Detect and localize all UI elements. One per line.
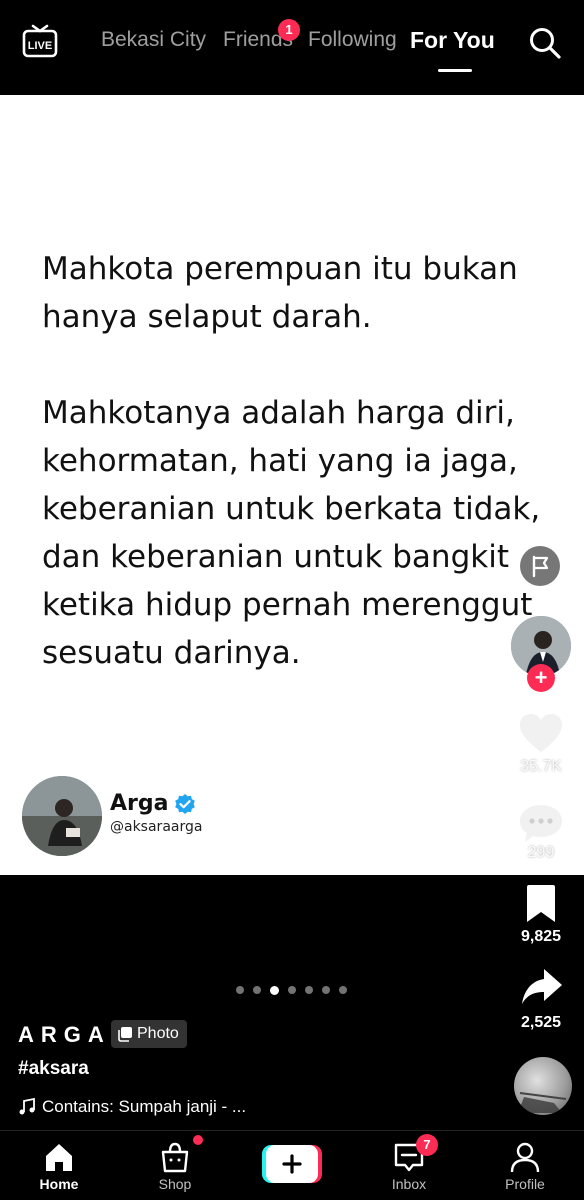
author-handle: @aksaraarga (110, 819, 203, 835)
share-icon[interactable] (520, 967, 564, 1007)
carousel-dot (270, 985, 279, 995)
like-count: 35.7K (520, 758, 562, 775)
tab-bekasi-city[interactable]: Bekasi City (101, 28, 206, 52)
carousel-dot (322, 986, 330, 994)
svg-text:LIVE: LIVE (28, 40, 52, 52)
profile-icon (510, 1142, 540, 1173)
hashtag-link[interactable]: #aksara (18, 1058, 89, 1080)
heart-icon[interactable] (518, 712, 564, 754)
nav-home[interactable]: Home (14, 1131, 104, 1200)
carousel-dot (253, 986, 261, 994)
comment-icon[interactable] (518, 802, 564, 844)
photo-chip-label: Photo (137, 1025, 179, 1042)
nav-shop[interactable]: Shop (130, 1131, 220, 1200)
author-avatar (22, 776, 102, 856)
carousel-dot (339, 986, 347, 994)
home-icon (46, 1144, 72, 1171)
inbox-badge: 7 (416, 1134, 438, 1156)
follow-button[interactable]: + (527, 664, 555, 692)
author-name: Arga (110, 791, 169, 816)
creator-name[interactable]: ARGA (18, 1022, 111, 1048)
top-bar: LIVE Bekasi City Friends 1 Following For… (0, 0, 584, 95)
carousel-dot (236, 986, 244, 994)
carousel-dot (288, 986, 296, 994)
music-note-icon (19, 1098, 35, 1115)
music-info[interactable]: Contains: Sumpah janji - ... (18, 1097, 246, 1117)
carousel-indicator (236, 985, 347, 995)
nav-home-label: Home (39, 1176, 79, 1192)
shop-bag-icon (161, 1142, 189, 1173)
post-image[interactable]: Mahkota perempuan itu bukan hanya selapu… (0, 95, 584, 875)
shop-notification-dot (193, 1135, 203, 1145)
nav-profile[interactable]: Profile (480, 1131, 570, 1200)
verified-icon (175, 794, 195, 814)
tab-for-you[interactable]: For You (410, 27, 495, 54)
bookmark-icon[interactable] (524, 884, 558, 924)
flag-icon (532, 555, 549, 578)
search-icon[interactable] (528, 26, 562, 60)
photo-chip: Photo (111, 1020, 187, 1048)
quote-paragraph-2: Mahkotanya adalah harga diri, kehormatan… (42, 395, 541, 671)
save-count: 9,825 (520, 928, 562, 945)
share-count: 2,525 (520, 1014, 562, 1031)
carousel-dot (305, 986, 313, 994)
live-icon[interactable]: LIVE (22, 24, 58, 58)
tab-following[interactable]: Following (308, 28, 397, 52)
quote-paragraph-1: Mahkota perempuan itu bukan hanya selapu… (42, 251, 518, 335)
photo-icon (118, 1027, 132, 1042)
music-disc[interactable] (514, 1057, 572, 1115)
nav-inbox[interactable]: Inbox (364, 1131, 454, 1200)
nav-profile-label: Profile (505, 1176, 545, 1192)
create-button[interactable] (262, 1145, 322, 1183)
nav-inbox-label: Inbox (391, 1176, 427, 1192)
friends-badge: 1 (278, 19, 300, 41)
music-title: Contains: Sumpah janji - ... (42, 1097, 247, 1116)
comment-count: 299 (527, 844, 555, 861)
bottom-nav: Home Shop Inbox 7 Profile (0, 1130, 584, 1200)
post-quote: Mahkota perempuan itu bukan hanya selapu… (42, 245, 542, 677)
nav-shop-label: Shop (158, 1176, 192, 1192)
active-tab-indicator (438, 69, 472, 72)
report-button[interactable] (520, 546, 560, 586)
